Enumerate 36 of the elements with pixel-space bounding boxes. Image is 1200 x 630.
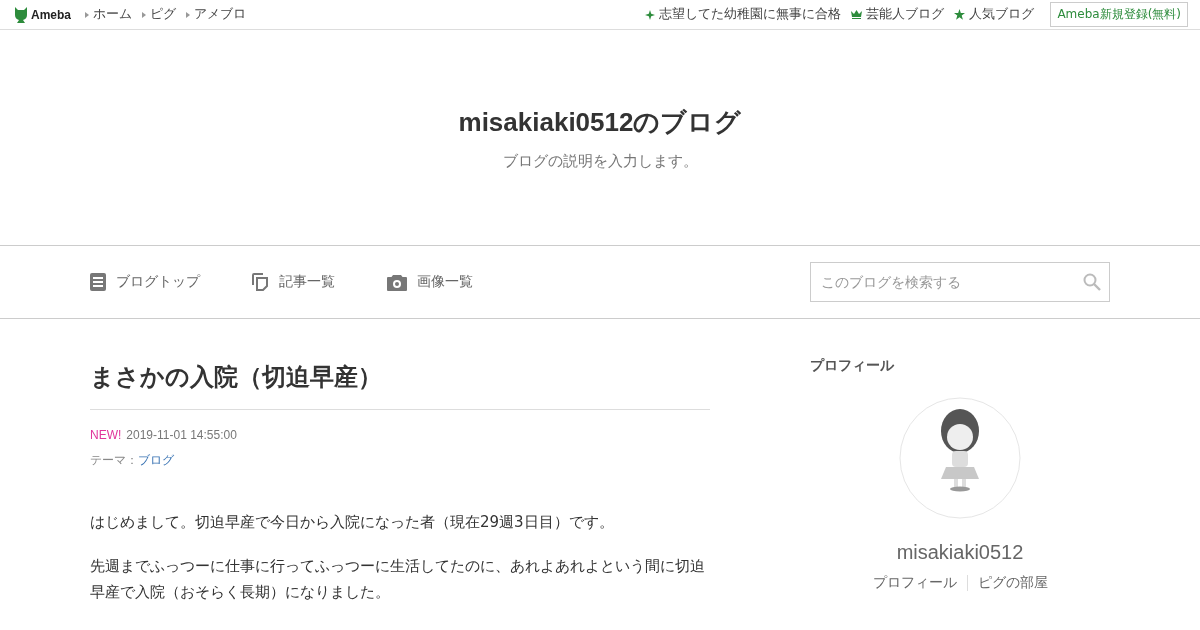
theme-link[interactable]: ブログ	[138, 453, 174, 467]
search-field[interactable]: このブログを検索する	[810, 262, 1110, 302]
menu-link[interactable]: ブログトップ	[116, 273, 200, 291]
nav-link[interactable]: ピグ	[150, 6, 176, 23]
signup-button[interactable]: Ameba新規登録(無料)	[1050, 2, 1188, 27]
blog-title[interactable]: misakiaki0512のブログ	[458, 104, 742, 140]
triangle-icon	[85, 11, 89, 18]
body-paragraph: 先週までふっつーに仕事に行ってふっつーに生活してたのに、あれよあれよという間に切迫早産で入院（おそらく長期）になりました。	[90, 556, 706, 603]
blog-description: ブログの説明を入力します。	[502, 151, 698, 171]
sidebar-heading: プロフィール	[810, 357, 894, 375]
crown-icon	[851, 10, 863, 19]
star-icon	[954, 9, 966, 20]
menu-link[interactable]: 画像一覧	[417, 273, 473, 291]
profile-link[interactable]: プロフィール	[872, 574, 957, 592]
profile-name[interactable]: misakiaki0512	[896, 541, 1024, 564]
triangle-icon	[142, 11, 146, 18]
new-label: NEW!	[90, 428, 122, 442]
nav-link[interactable]: アメブロ	[194, 6, 246, 23]
nav-link[interactable]: ホーム	[93, 6, 132, 23]
search-icon[interactable]	[1083, 273, 1101, 291]
document-icon	[90, 273, 106, 291]
top-link[interactable]: 芸能人ブログ	[866, 6, 945, 23]
copy-icon	[252, 273, 269, 291]
sparkle-icon	[645, 9, 656, 20]
body-paragraph: はじめまして。切迫早産で今日から入院になった者（現在29週3日目）です。	[90, 512, 615, 533]
ameba-logo[interactable]: Ameba	[31, 7, 71, 22]
logo-icon	[14, 5, 28, 24]
profile-link[interactable]: ピグの部屋	[977, 574, 1048, 592]
post-date: 2019-11-01 14:55:00	[126, 428, 237, 442]
article-title[interactable]: まさかの入院（切迫早産）	[90, 347, 710, 410]
menu-link[interactable]: 記事一覧	[279, 273, 335, 291]
theme-label: テーマ：	[90, 453, 138, 467]
top-link[interactable]: 志望してた幼稚園に無事に合格	[659, 6, 842, 23]
top-link[interactable]: 人気ブログ	[969, 6, 1035, 23]
triangle-icon	[186, 11, 190, 18]
camera-icon	[387, 273, 407, 291]
